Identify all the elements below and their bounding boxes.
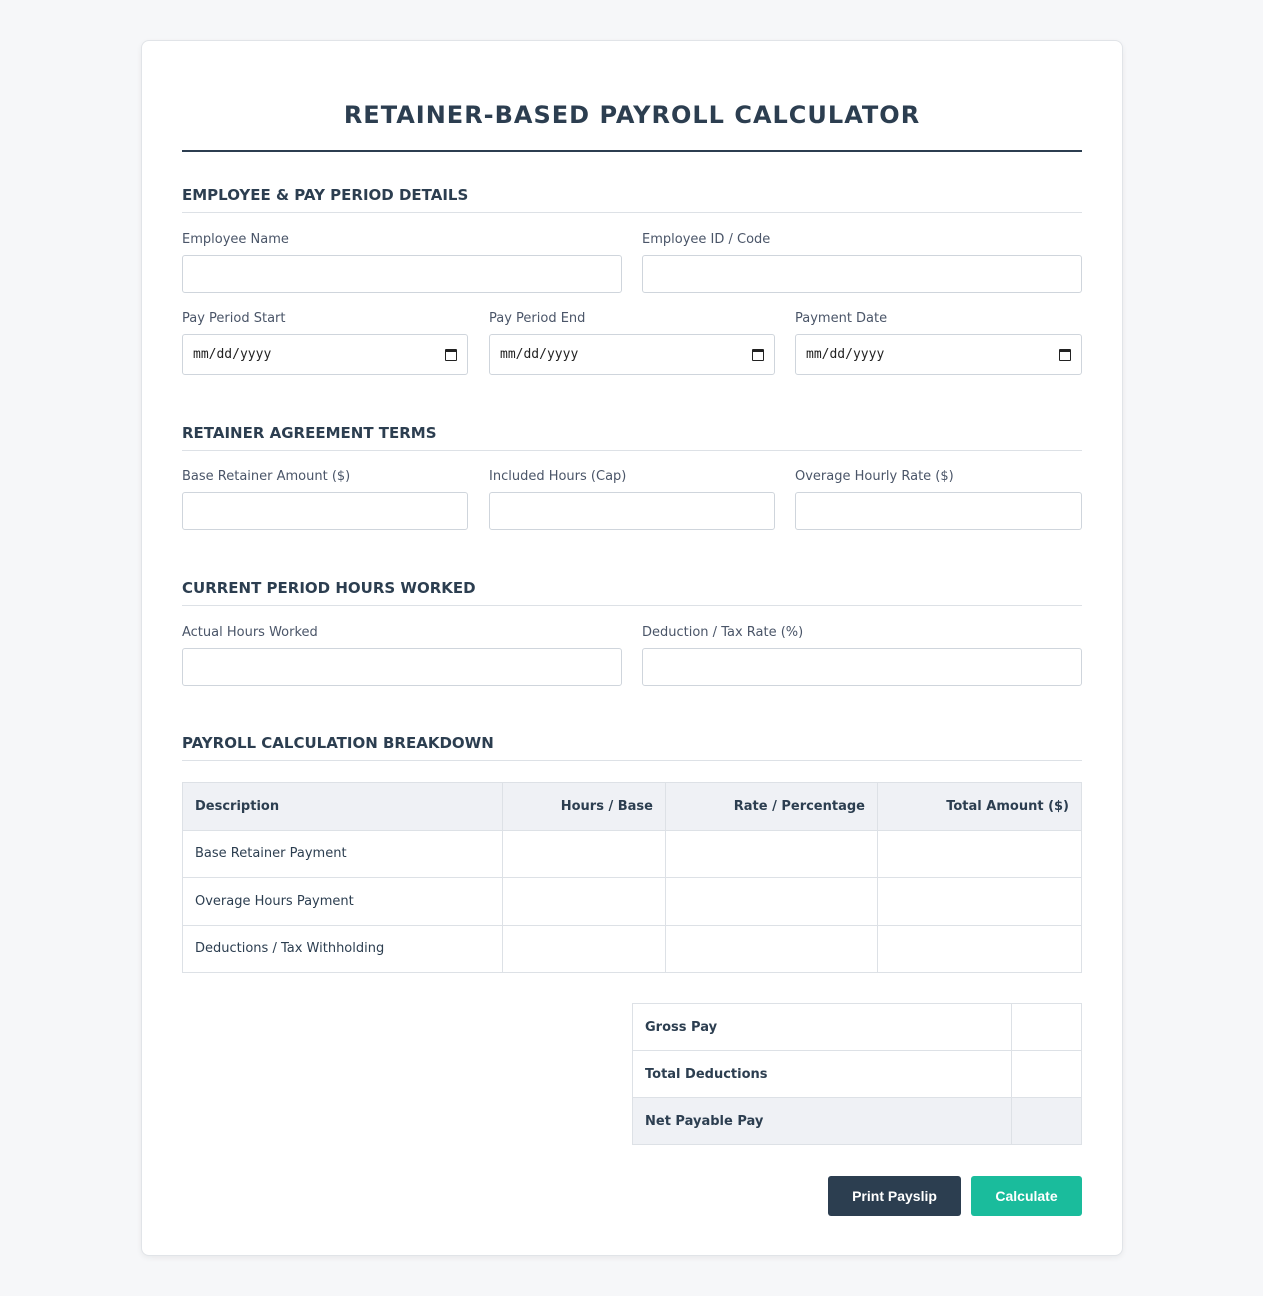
row-description: Deductions / Tax Withholding [182,924,503,973]
calendar-icon[interactable] [752,348,764,361]
row-rate [665,829,878,878]
deduction-rate-input[interactable] [642,648,1082,686]
column-header-hours: Hours / Base [502,782,666,831]
table-row: Deductions / Tax Withholding [182,924,1082,973]
base-amount-label: Base Retainer Amount ($) [182,469,351,484]
total-deductions-row: Total Deductions [632,1050,1082,1098]
base-amount-input[interactable] [182,492,468,530]
column-header-description: Description [182,782,503,831]
payment-date-value: mm/dd/yyyy [806,347,885,362]
payment-date-group: Payment Date mm/dd/yyyy [795,311,1082,375]
row-rate [665,924,878,973]
employee-id-group: Employee ID / Code [642,232,1082,293]
pay-period-end-label: Pay Period End [489,311,586,326]
overage-rate-group: Overage Hourly Rate ($) [795,469,1082,530]
page-title: RETAINER-BASED PAYROLL CALCULATOR [343,101,921,129]
included-hours-input[interactable] [489,492,775,530]
table-header-row: Description Hours / Base Rate / Percenta… [182,782,1082,831]
row-description: Base Retainer Payment [182,829,503,878]
net-pay-row: Net Payable Pay [632,1097,1082,1145]
gross-pay-value [1011,1003,1082,1051]
table-row: Overage Hours Payment [182,877,1082,926]
employee-name-group: Employee Name [182,232,622,293]
pay-period-end-input[interactable]: mm/dd/yyyy [489,334,775,375]
row-total [877,924,1082,973]
employee-id-label: Employee ID / Code [642,232,771,247]
section-title-retainer: RETAINER AGREEMENT TERMS [182,424,1082,451]
calendar-icon[interactable] [1059,348,1071,361]
row-total [877,877,1082,926]
net-pay-label: Net Payable Pay [632,1097,1012,1145]
row-hours [502,877,666,926]
total-deductions-value [1011,1050,1082,1098]
row-rate [665,877,878,926]
row-hours [502,829,666,878]
calculate-button[interactable]: Calculate [971,1176,1082,1216]
pay-period-start-value: mm/dd/yyyy [193,347,272,362]
payment-date-label: Payment Date [795,311,888,326]
payment-date-input[interactable]: mm/dd/yyyy [795,334,1082,375]
base-amount-group: Base Retainer Amount ($) [182,469,468,530]
actual-hours-input[interactable] [182,648,622,686]
included-hours-label: Included Hours (Cap) [489,469,627,484]
section-title-hours: CURRENT PERIOD HOURS WORKED [182,579,1082,606]
section-title-breakdown: PAYROLL CALCULATION BREAKDOWN [182,734,1082,761]
payroll-card: RETAINER-BASED PAYROLL CALCULATOR EMPLOY… [141,40,1123,1256]
overage-rate-label: Overage Hourly Rate ($) [795,469,954,484]
title-divider [182,150,1082,152]
pay-period-end-group: Pay Period End mm/dd/yyyy [489,311,775,375]
employee-name-label: Employee Name [182,232,289,247]
overage-rate-input[interactable] [795,492,1082,530]
row-hours [502,924,666,973]
breakdown-table: Description Hours / Base Rate / Percenta… [182,782,1082,973]
row-total [877,829,1082,878]
row-description: Overage Hours Payment [182,877,503,926]
included-hours-group: Included Hours (Cap) [489,469,775,530]
deduction-rate-group: Deduction / Tax Rate (%) [642,625,1082,686]
gross-pay-row: Gross Pay [632,1003,1082,1051]
pay-period-start-label: Pay Period Start [182,311,286,326]
gross-pay-label: Gross Pay [632,1003,1012,1051]
calendar-icon[interactable] [445,348,457,361]
print-payslip-button[interactable]: Print Payslip [828,1176,961,1216]
actual-hours-group: Actual Hours Worked [182,625,622,686]
deduction-rate-label: Deduction / Tax Rate (%) [642,625,804,640]
employee-name-input[interactable] [182,255,622,293]
pay-period-start-input[interactable]: mm/dd/yyyy [182,334,468,375]
total-deductions-label: Total Deductions [632,1050,1012,1098]
pay-period-start-group: Pay Period Start mm/dd/yyyy [182,311,468,375]
table-row: Base Retainer Payment [182,829,1082,878]
net-pay-value [1011,1097,1082,1145]
pay-period-end-value: mm/dd/yyyy [500,347,579,362]
summary-table: Gross Pay Total Deductions Net Payable P… [632,1003,1082,1145]
column-header-rate: Rate / Percentage [665,782,878,831]
section-title-employee: EMPLOYEE & PAY PERIOD DETAILS [182,186,1082,213]
employee-id-input[interactable] [642,255,1082,293]
column-header-total: Total Amount ($) [877,782,1082,831]
actual-hours-label: Actual Hours Worked [182,625,318,640]
